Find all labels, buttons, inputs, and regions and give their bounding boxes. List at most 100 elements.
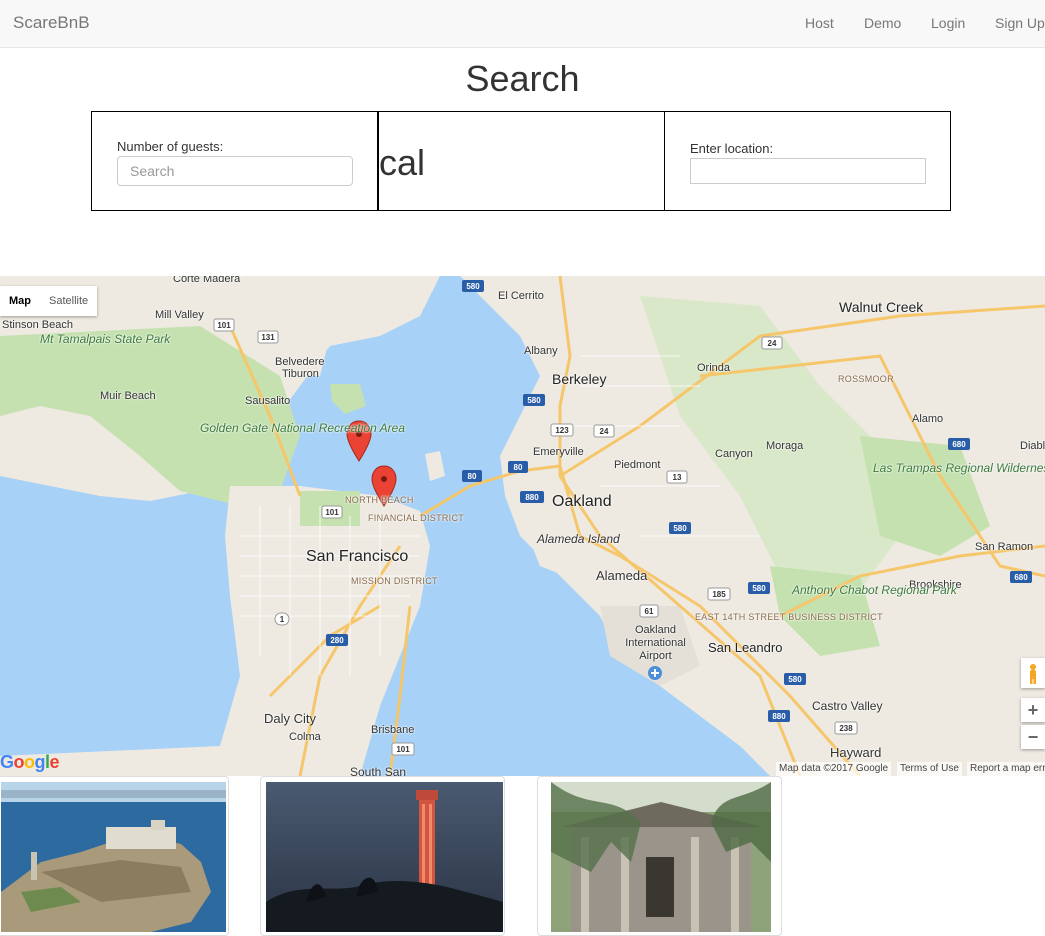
shield: 880 xyxy=(520,491,544,503)
map-type-map-button[interactable]: Map xyxy=(0,286,40,316)
map-label: Moraga xyxy=(766,440,804,452)
listing-image-coit-tower xyxy=(266,782,503,932)
shield-text: 680 xyxy=(1014,573,1028,582)
shield: 101 xyxy=(321,505,343,519)
map-label: Mill Valley xyxy=(155,309,204,321)
map-label: Piedmont xyxy=(614,459,661,471)
map-label: Oakland International Airport xyxy=(625,624,686,662)
guests-input[interactable] xyxy=(117,156,353,186)
map-label: Sausalito xyxy=(245,395,291,407)
map-type-satellite-button[interactable]: Satellite xyxy=(40,286,97,316)
shield: 61 xyxy=(639,604,659,618)
shield-text: 880 xyxy=(525,493,539,502)
shield: 580 xyxy=(462,280,484,292)
nav-signup-link[interactable]: Sign Up xyxy=(995,15,1045,31)
brand-link[interactable]: ScareBnB xyxy=(13,13,90,33)
shield: 131 xyxy=(257,330,279,344)
map-label: Alamo xyxy=(912,413,944,425)
shield-text: 280 xyxy=(330,636,344,645)
map-label: South San xyxy=(350,765,407,776)
map-label: Canyon xyxy=(715,448,753,460)
map-type-control: Map Satellite xyxy=(0,286,98,316)
shield-text: 680 xyxy=(952,440,966,449)
shield: 680 xyxy=(1010,571,1032,583)
map-label: Daly City xyxy=(264,711,317,726)
listing-image-abandoned-house xyxy=(551,782,771,932)
shield: 580 xyxy=(523,394,545,406)
nav-demo-link[interactable]: Demo xyxy=(864,15,901,31)
zoom-in-button[interactable]: + xyxy=(1021,698,1045,722)
shield: 280 xyxy=(326,634,348,646)
shield: 123 xyxy=(550,423,574,437)
map-data-attribution: Map data ©2017 Google xyxy=(776,762,892,776)
map-label: El Cerrito xyxy=(498,290,544,302)
shield: 80 xyxy=(508,461,528,473)
shield-text: 580 xyxy=(527,396,541,405)
calendar-panel: cal xyxy=(378,111,665,211)
street-view-pegman-icon[interactable] xyxy=(1021,658,1045,688)
location-panel: Enter location: xyxy=(664,111,951,211)
location-input[interactable] xyxy=(690,158,926,184)
nav-host-link[interactable]: Host xyxy=(805,15,834,31)
angel-island xyxy=(330,384,366,414)
shield-text: 24 xyxy=(768,339,777,348)
shield-text: 61 xyxy=(645,607,654,616)
shield: 238 xyxy=(834,721,858,735)
map-label: Alameda xyxy=(596,568,648,583)
map-label: Colma xyxy=(289,731,321,743)
shield-text: 1 xyxy=(280,615,285,624)
shield: 13 xyxy=(666,470,688,484)
zoom-out-button[interactable]: − xyxy=(1021,725,1045,749)
map-label: Corte Madera xyxy=(173,276,241,285)
map-label: Berkeley xyxy=(552,371,607,387)
listing-card[interactable] xyxy=(0,776,229,936)
map-label: Emeryville xyxy=(533,446,584,458)
nav-login-link[interactable]: Login xyxy=(931,15,965,31)
map-label: FINANCIAL DISTRICT xyxy=(368,513,465,523)
shield: 101 xyxy=(391,742,415,756)
map-label: MISSION DISTRICT xyxy=(351,576,438,586)
map-label: Brisbane xyxy=(371,724,415,736)
map-base: 580 101 131 24 580 123 24 80 80 13 880 5… xyxy=(0,276,1045,776)
shield-text: 238 xyxy=(839,724,853,733)
map-label: Alameda Island xyxy=(537,532,620,546)
listing-image-alcatraz xyxy=(1,782,226,932)
map-label: Diabl xyxy=(1020,440,1045,452)
shield-text: 13 xyxy=(673,473,682,482)
map-label: Orinda xyxy=(697,362,731,374)
shield: 101 xyxy=(213,318,235,332)
map-terms-link[interactable]: Terms of Use xyxy=(897,762,962,776)
map-label: Albany xyxy=(524,345,558,357)
shield: 24 xyxy=(593,424,615,438)
map-report-error-link[interactable]: Report a map err xyxy=(967,762,1045,776)
shield-text: 580 xyxy=(466,282,480,291)
map-label: EAST 14TH STREET BUSINESS DISTRICT xyxy=(695,612,883,622)
calendar-placeholder[interactable]: cal xyxy=(379,142,425,184)
shield-text: 880 xyxy=(772,712,786,721)
map[interactable]: 580 101 131 24 580 123 24 80 80 13 880 5… xyxy=(0,276,1045,776)
map-label: Oakland xyxy=(552,493,612,510)
shield-text: 101 xyxy=(217,321,231,330)
shield: 580 xyxy=(669,522,691,534)
listing-card[interactable] xyxy=(260,776,505,936)
map-label: Las Trampas Regional Wilderness xyxy=(873,461,1045,475)
shield-text: 101 xyxy=(325,508,339,517)
map-label: Hayward xyxy=(830,745,882,760)
map-label: Castro Valley xyxy=(812,699,883,713)
shield-text: 123 xyxy=(555,426,569,435)
shield-text: 131 xyxy=(261,333,275,342)
shield: 1 xyxy=(274,612,290,626)
shield-text: 185 xyxy=(712,590,726,599)
listing-card[interactable] xyxy=(537,776,782,936)
shield: 580 xyxy=(748,582,770,594)
treasure-island xyxy=(425,451,445,481)
navbar: ScareBnB Host Demo Login Sign Up xyxy=(0,0,1045,48)
shield-text: 580 xyxy=(788,675,802,684)
shield: 680 xyxy=(948,438,970,450)
map-label: San Leandro xyxy=(708,640,783,655)
shield-text: 80 xyxy=(468,472,477,481)
shield: 185 xyxy=(707,587,731,601)
map-label: Mt Tamalpais State Park xyxy=(40,332,171,346)
map-label: San Ramon xyxy=(975,541,1034,553)
shield-text: 80 xyxy=(514,463,523,472)
